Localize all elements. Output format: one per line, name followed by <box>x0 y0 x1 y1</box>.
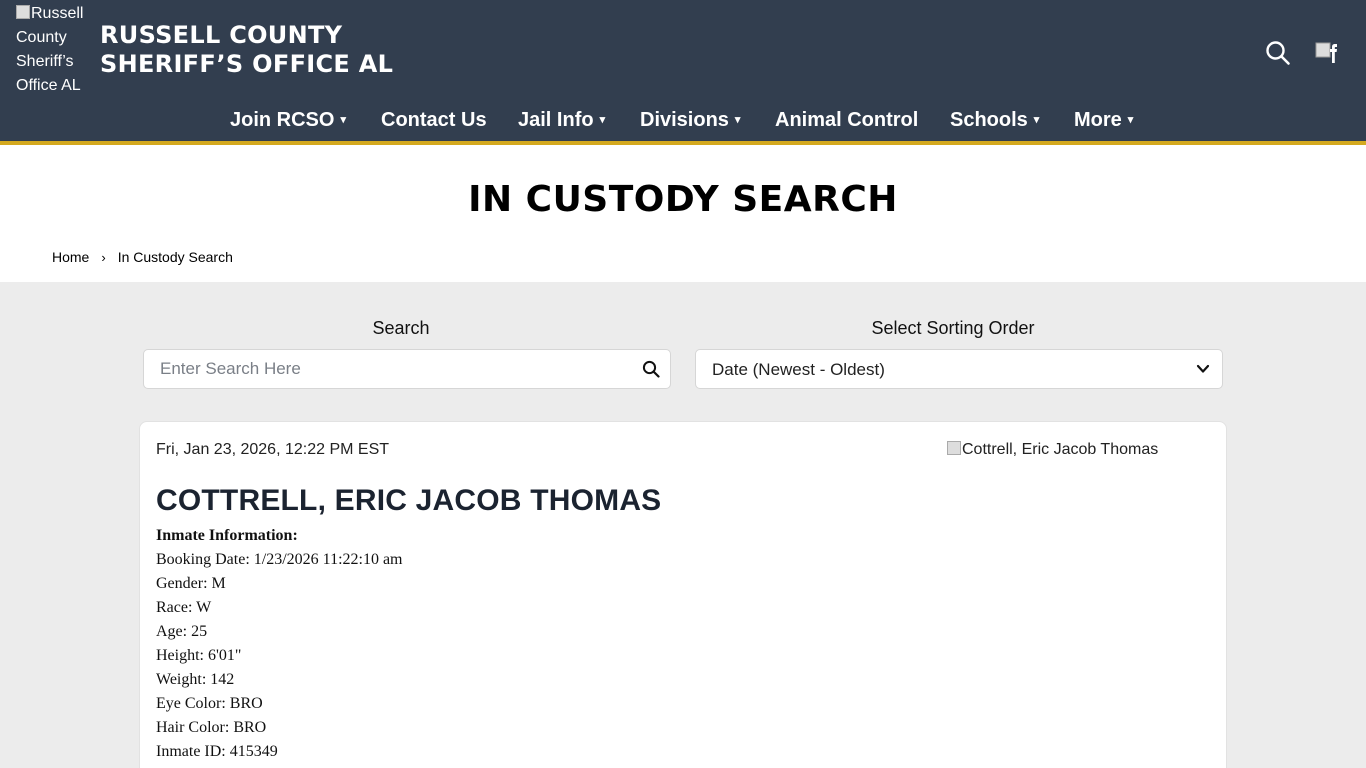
nav-label: Contact Us <box>381 109 487 131</box>
nav-label: Animal Control <box>775 109 919 131</box>
inmate-info: Inmate Information: Booking Date: 1/23/2… <box>156 524 403 764</box>
nav-item-contact-us[interactable]: Contact Us <box>381 105 487 135</box>
inmate-info-header: Inmate Information: <box>156 527 298 544</box>
search-input[interactable] <box>145 351 625 387</box>
eye-color: Eye Color: BRO <box>156 695 263 712</box>
broken-image-icon <box>16 5 30 19</box>
inmate-name: COTTRELL, ERIC JACOB THOMAS <box>156 484 662 517</box>
facebook-icon[interactable] <box>1315 42 1339 64</box>
breadcrumb-home-link[interactable]: Home <box>52 249 89 265</box>
title-section: IN CUSTODY SEARCH Home › In Custody Search <box>0 145 1366 282</box>
sort-order-select[interactable]: Date (Newest - Oldest) <box>695 349 1223 389</box>
nav-label: Join RCSO <box>230 109 335 131</box>
site-title-line1: RUSSELL COUNTY <box>100 21 343 49</box>
site-title-line2: SHERIFF’S OFFICE AL <box>100 50 394 78</box>
sort-selected-value: Date (Newest - Oldest) <box>712 360 885 379</box>
caret-down-icon: ▾ <box>599 114 606 126</box>
nav-item-schools[interactable]: Schools ▾ <box>950 105 1039 135</box>
inmate-photo-alt: Cottrell, Eric Jacob Thomas <box>962 441 1159 458</box>
site-header: Russell County Sheriff’s Office AL RUSSE… <box>0 0 1366 141</box>
page-title: IN CUSTODY SEARCH <box>468 179 898 220</box>
inmate-id: Inmate ID: 415349 <box>156 743 278 760</box>
nav-item-jail-info[interactable]: Jail Info ▾ <box>518 105 605 135</box>
height: Height: 6'01" <box>156 647 242 664</box>
nav-label: Jail Info <box>518 109 594 131</box>
search-icon[interactable] <box>642 360 660 378</box>
nav-item-more[interactable]: More ▾ <box>1074 105 1133 135</box>
caret-down-icon: ▾ <box>1127 114 1134 126</box>
inmate-card: Fri, Jan 23, 2026, 12:22 PM EST Cottrell… <box>139 421 1227 768</box>
caret-down-icon: ▾ <box>340 114 346 126</box>
nav-label: Divisions <box>640 109 729 131</box>
age: Age: 25 <box>156 623 208 640</box>
nav-item-animal-control[interactable]: Animal Control <box>775 105 918 135</box>
booking-date: Booking Date: 1/23/2026 11:22:10 am <box>156 551 403 568</box>
broken-image-icon <box>947 441 961 455</box>
weight: Weight: 142 <box>156 671 235 688</box>
site-title[interactable]: RUSSELL COUNTY SHERIFF’S OFFICE AL <box>100 21 393 79</box>
nav-item-join-rcso[interactable]: Join RCSO ▾ <box>230 105 346 135</box>
main-nav: Join RCSO ▾ Contact Us Jail Info ▾ Divisio… <box>0 105 1366 137</box>
search-label: Search <box>372 318 430 338</box>
caret-down-icon: ▾ <box>734 114 741 126</box>
nav-label: More <box>1074 109 1122 131</box>
breadcrumb-current: In Custody Search <box>117 249 233 265</box>
nav-item-divisions[interactable]: Divisions ▾ <box>640 105 740 135</box>
sort-label: Select Sorting Order <box>871 318 1035 338</box>
race: Race: W <box>156 599 212 616</box>
caret-down-icon: ▾ <box>1033 114 1040 126</box>
hair-color: Hair Color: BRO <box>156 719 267 736</box>
booking-timestamp: Fri, Jan 23, 2026, 12:22 PM EST <box>156 441 390 458</box>
gender: Gender: M <box>156 575 226 592</box>
site-logo[interactable]: Russell County Sheriff’s Office AL <box>16 2 94 98</box>
search-box <box>143 349 671 389</box>
breadcrumb-separator-icon: › <box>101 250 106 265</box>
breadcrumb: Home › In Custody Search <box>52 249 233 265</box>
inmate-photo: Cottrell, Eric Jacob Thomas <box>947 441 1158 459</box>
search-icon[interactable] <box>1265 40 1291 66</box>
chevron-down-icon <box>1196 364 1210 373</box>
nav-label: Schools <box>950 109 1028 131</box>
